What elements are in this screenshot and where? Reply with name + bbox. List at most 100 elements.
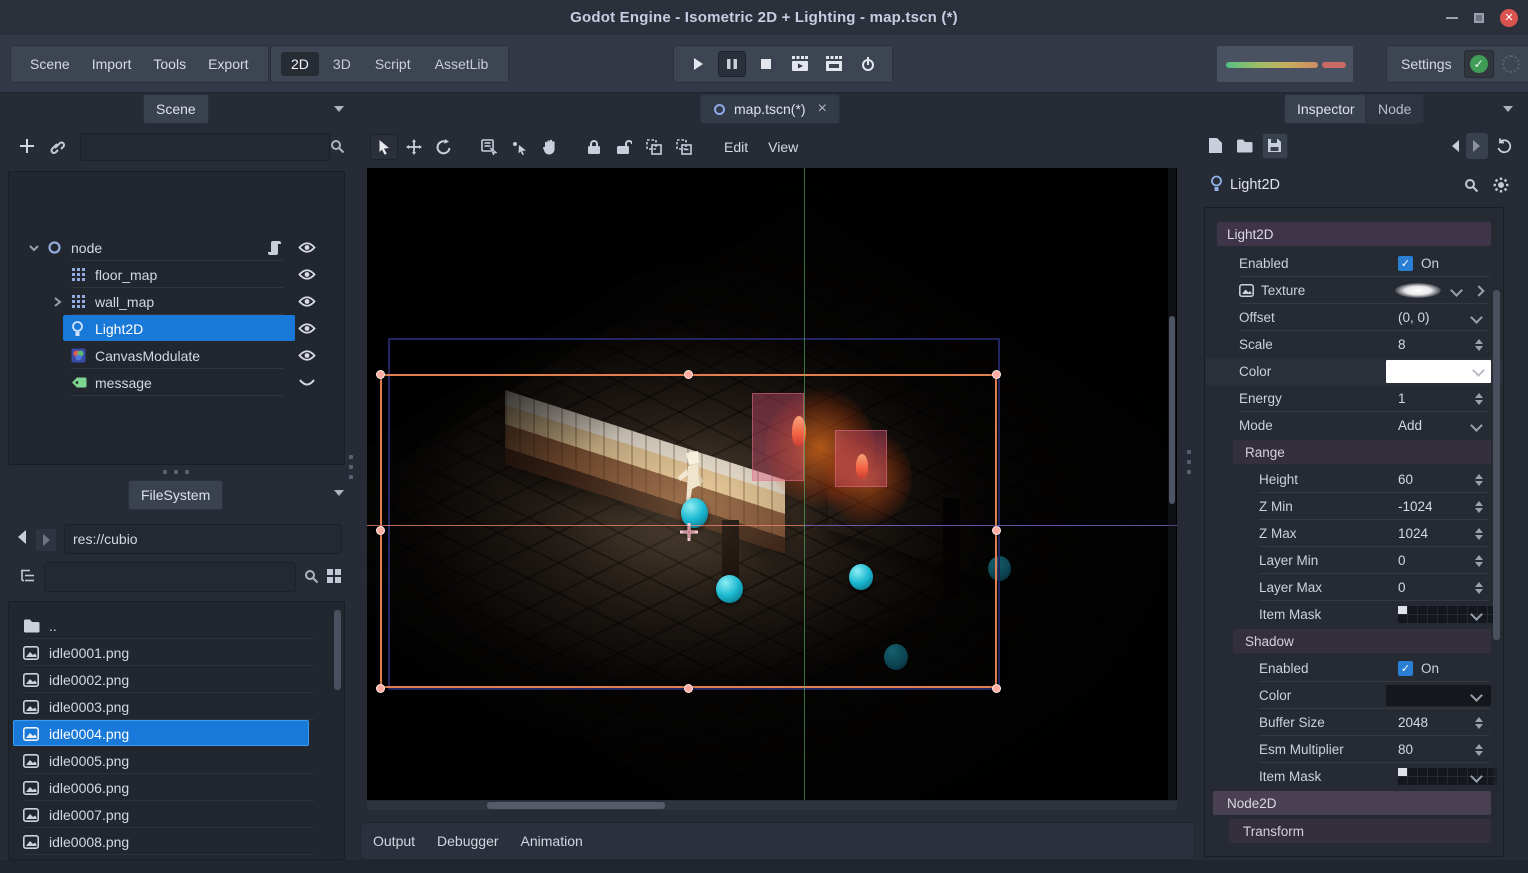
fs-item-idle0002[interactable]: idle0002.png [9,666,344,693]
canvas-menu-edit[interactable]: Edit [715,135,757,159]
fs-tree-toggle-icon[interactable] [20,568,37,583]
tree-row-wall-map[interactable]: wall_map [9,288,344,315]
bottom-tab-output[interactable]: Output [373,833,415,849]
selection-handle[interactable] [376,370,385,379]
dropdown-chevron-icon[interactable] [1470,419,1483,432]
prop-value[interactable]: 2048 [1398,715,1428,730]
list-select-tool-icon[interactable] [475,134,503,160]
bottom-tab-debugger[interactable]: Debugger [437,833,499,849]
visibility-hidden-eye-icon[interactable] [298,376,316,389]
unlock-tool-icon[interactable] [610,134,638,160]
save-resource-button[interactable] [1262,133,1288,159]
inspector-search-icon[interactable] [1464,178,1479,193]
texture-preview[interactable] [1395,283,1441,298]
move-tool-icon[interactable] [400,134,428,160]
add-node-button[interactable] [18,137,36,155]
visibility-eye-icon[interactable] [298,322,316,335]
collapse-chevron-icon[interactable] [29,243,39,253]
rotate-tool-icon[interactable] [430,134,458,160]
color-dropdown-icon[interactable] [1472,364,1485,377]
prop-value[interactable]: 1024 [1398,526,1428,541]
scene-filter-input[interactable] [80,133,330,161]
group-tool-icon[interactable] [640,134,668,160]
tree-row-node[interactable]: node [9,234,344,261]
history-icon[interactable] [1496,138,1512,154]
fs-item-idle0003[interactable]: idle0003.png [9,693,344,720]
canvas-menu-view[interactable]: View [759,135,807,159]
fs-item-idle0001[interactable]: idle0001.png [9,639,344,666]
maximize-button[interactable] [1474,13,1484,23]
fs-back-button[interactable] [16,529,28,545]
2d-viewport[interactable] [367,168,1177,800]
inspector-dock-menu-icon[interactable] [1503,106,1513,112]
viewport-vscrollbar[interactable] [1168,168,1176,800]
tab-filesystem[interactable]: FileSystem [128,480,223,510]
category-node2d[interactable]: Node2D [1213,791,1491,815]
tab-close-icon[interactable]: × [818,100,827,118]
fs-scrollbar[interactable] [334,610,341,690]
left-splitter-handle[interactable] [349,455,353,479]
expand-chevron-icon[interactable] [53,297,62,307]
selection-handle[interactable] [684,370,693,379]
shadow-enabled-checkbox[interactable]: ✓ [1398,661,1413,676]
mode-assetlib[interactable]: AssetLib [425,52,499,76]
bottom-tab-animation[interactable]: Animation [521,833,583,849]
dock-splitter-handle[interactable] [163,470,189,474]
fs-grid-view-icon[interactable] [326,568,342,584]
mode-2d[interactable]: 2D [281,52,319,76]
dropdown-chevron-icon[interactable] [1470,311,1483,324]
menu-scene[interactable]: Scene [21,52,79,76]
mode-script[interactable]: Script [365,52,421,76]
spinbox-arrows-icon[interactable] [1475,717,1483,729]
lock-tool-icon[interactable] [580,134,608,160]
fs-forward-button[interactable] [36,529,56,551]
viewport-hscrollbar[interactable] [367,801,1177,810]
spinbox-arrows-icon[interactable] [1475,339,1483,351]
inspector-scrollbar[interactable] [1493,218,1500,848]
fs-path-bar[interactable]: res://cubio [64,524,342,554]
texture-dropdown-icon[interactable] [1450,284,1463,297]
tab-inspector[interactable]: Inspector [1284,94,1368,124]
group-shadow[interactable]: Shadow [1233,629,1491,653]
spinbox-arrows-icon[interactable] [1475,501,1483,513]
color-swatch-white[interactable] [1386,360,1491,383]
play-button[interactable] [684,51,712,77]
menu-export[interactable]: Export [199,52,257,76]
spinbox-arrows-icon[interactable] [1475,555,1483,567]
spinbox-arrows-icon[interactable] [1475,393,1483,405]
play-scene-button[interactable] [786,51,814,77]
prop-value[interactable]: 1 [1398,391,1406,406]
script-icon[interactable] [268,240,282,256]
fs-item-idle0004-selected[interactable]: idle0004.png [9,720,344,747]
visibility-eye-icon[interactable] [298,241,316,254]
prop-value[interactable]: 0 [1398,580,1406,595]
selection-handle[interactable] [992,526,1001,535]
tree-row-light2d[interactable]: Light2D [9,315,344,342]
visibility-eye-icon[interactable] [298,268,316,281]
selection-handle[interactable] [376,526,385,535]
instance-scene-icon[interactable] [48,138,65,155]
new-resource-icon[interactable] [1208,137,1223,154]
viewport-vscrollbar-thumb[interactable] [1169,316,1175,504]
tab-node[interactable]: Node [1365,94,1424,124]
prop-value[interactable]: Add [1398,418,1422,433]
snap-select-tool-icon[interactable] [505,134,533,160]
pan-tool-icon[interactable] [535,134,563,160]
prop-value[interactable]: 8 [1398,337,1406,352]
load-resource-icon[interactable] [1236,139,1253,153]
tab-scene-dock[interactable]: Scene [143,94,209,124]
tree-row-floor-map[interactable]: floor_map [9,261,344,288]
settings-button[interactable]: Settings [1397,56,1456,72]
history-forward-button[interactable] [1466,133,1488,159]
select-tool-icon[interactable] [370,134,398,160]
filesystem-menu-icon[interactable] [334,490,344,496]
pause-button[interactable] [718,51,746,77]
spinbox-arrows-icon[interactable] [1475,744,1483,756]
close-button[interactable]: ✕ [1500,9,1518,27]
menu-tools[interactable]: Tools [144,52,195,76]
fs-item-idle0008[interactable]: idle0008.png [9,828,344,855]
tab-map-tscn[interactable]: map.tscn(*) × [700,94,840,124]
tree-row-canvasmodulate[interactable]: CanvasModulate [9,342,344,369]
group-transform[interactable]: Transform [1229,819,1491,843]
selection-handle[interactable] [684,684,693,693]
